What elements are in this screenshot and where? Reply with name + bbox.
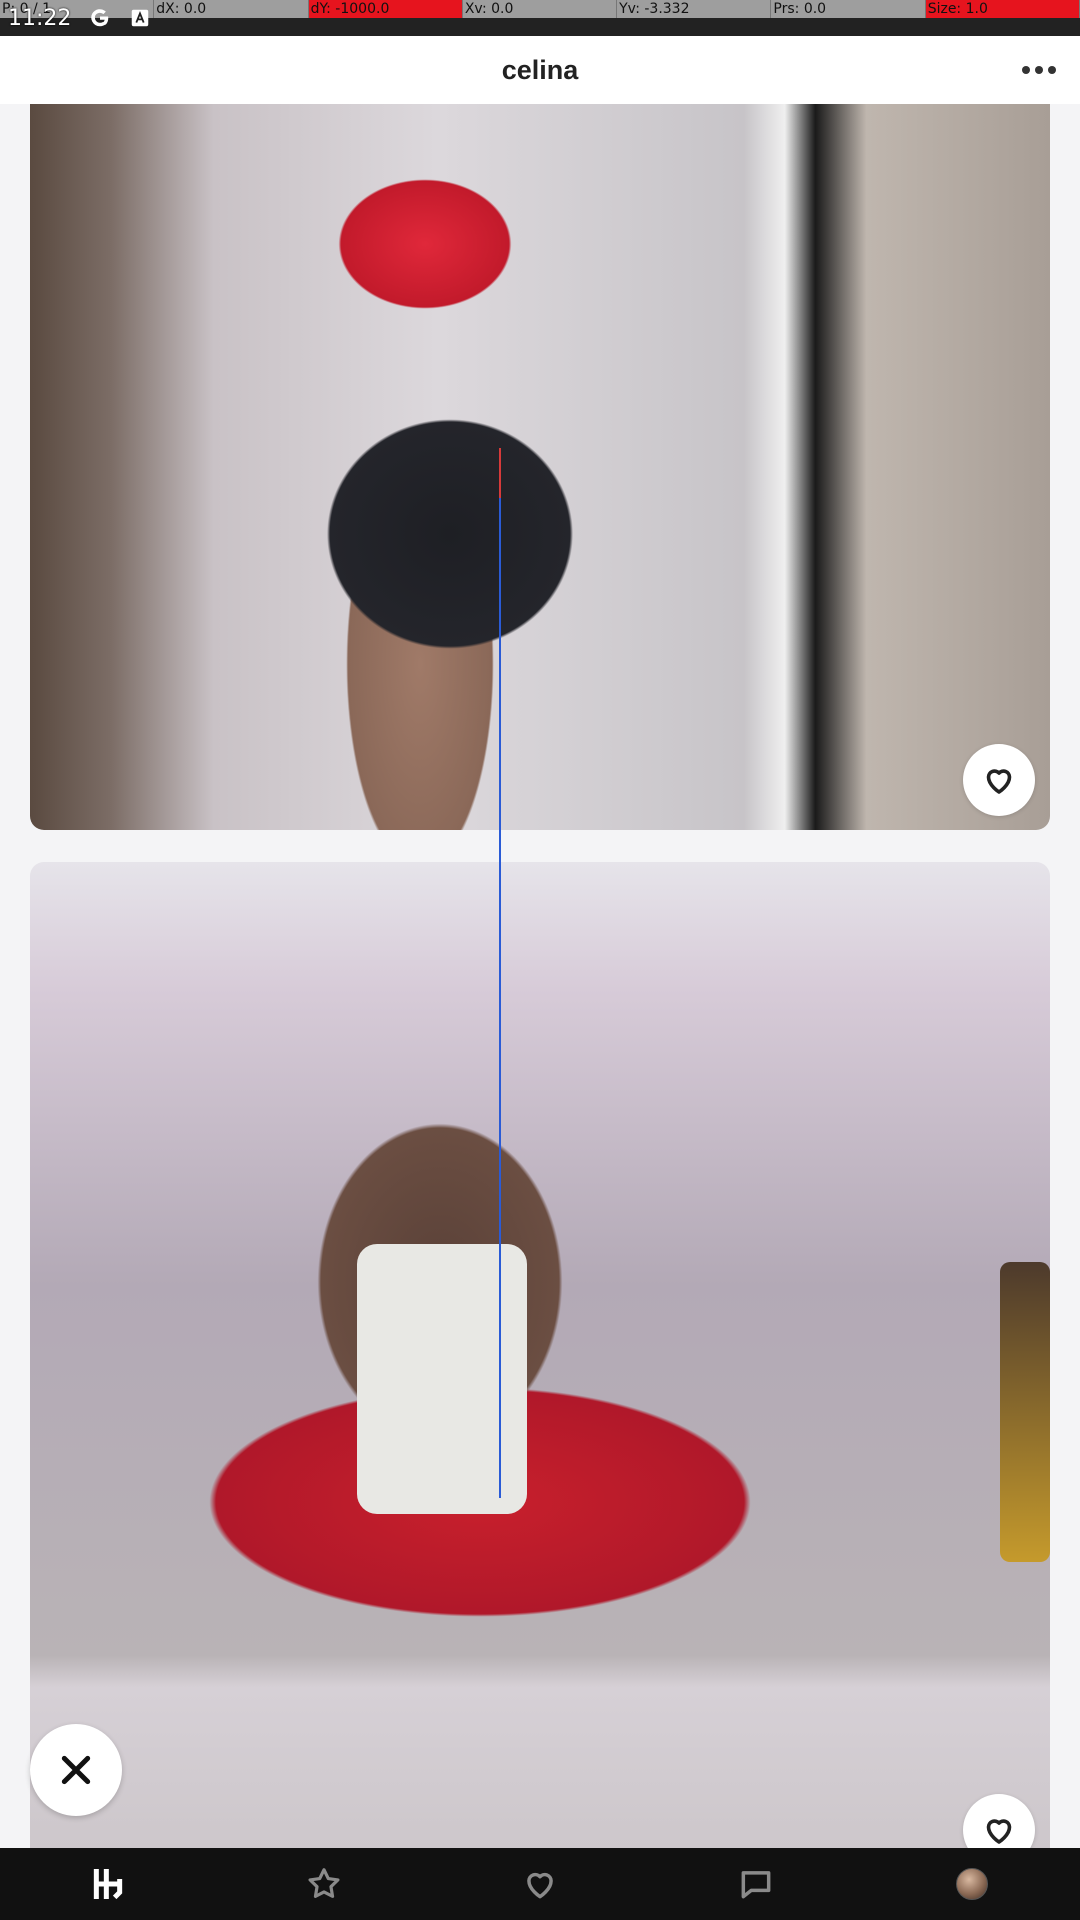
more-options-button[interactable] xyxy=(1018,54,1060,86)
app-screen: P: 0 / 1 dX: 0.0 dY: -1000.0 Xv: 0.0 Yv:… xyxy=(0,0,1080,1920)
bottom-navigation xyxy=(0,1848,1080,1920)
more-horizontal-icon xyxy=(1048,66,1056,74)
debug-pressure: Prs: 0.0 xyxy=(771,0,926,18)
chat-icon xyxy=(741,1871,771,1899)
pointer-trace-line xyxy=(499,448,501,1498)
pointer-debug-bar: P: 0 / 1 dX: 0.0 dY: -1000.0 Xv: 0.0 Yv:… xyxy=(0,0,1080,18)
pass-button[interactable] xyxy=(30,1724,122,1816)
avatar xyxy=(956,1868,988,1900)
profile-header: celina xyxy=(0,36,1080,104)
nav-profile[interactable] xyxy=(932,1854,1012,1914)
close-icon xyxy=(61,1755,91,1785)
nav-standouts[interactable] xyxy=(284,1854,364,1914)
like-photo-button[interactable] xyxy=(963,744,1035,816)
profile-photo[interactable] xyxy=(30,862,1050,1920)
nav-home[interactable] xyxy=(68,1854,148,1914)
debug-size: Size: 1.0 xyxy=(925,0,1080,18)
debug-xv: Xv: 0.0 xyxy=(463,0,618,18)
pointer-trace-start xyxy=(499,448,501,498)
google-icon xyxy=(91,9,109,27)
home-icon xyxy=(93,1869,123,1900)
status-bar-content: 11:22 xyxy=(0,0,151,36)
nav-likes[interactable] xyxy=(500,1854,580,1914)
status-clock: 11:22 xyxy=(8,5,72,31)
star-icon xyxy=(308,1868,340,1898)
more-horizontal-icon xyxy=(1022,66,1030,74)
status-bar xyxy=(0,18,1080,36)
font-icon xyxy=(132,9,149,27)
heart-icon xyxy=(527,1872,553,1899)
debug-dx: dX: 0.0 xyxy=(154,0,309,18)
heart-icon xyxy=(986,1819,1012,1844)
nav-matches[interactable] xyxy=(716,1854,796,1914)
debug-yv: Yv: -3.332 xyxy=(617,0,772,18)
profile-photo[interactable] xyxy=(30,104,1050,830)
profile-name-title: celina xyxy=(501,54,579,85)
debug-dy: dY: -1000.0 xyxy=(308,0,463,18)
heart-icon xyxy=(986,769,1012,794)
more-horizontal-icon xyxy=(1035,66,1043,74)
